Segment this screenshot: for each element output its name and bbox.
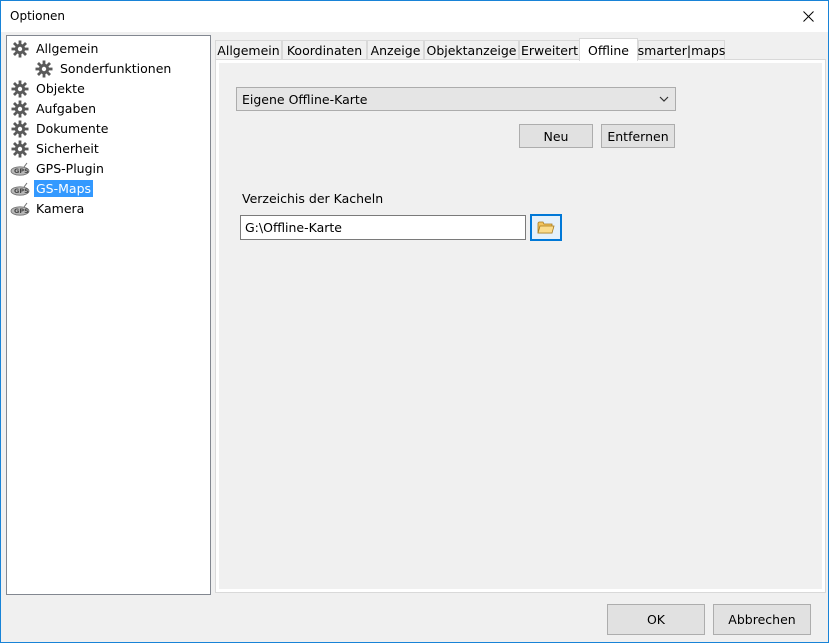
chevron-down-icon	[659, 96, 669, 102]
new-button[interactable]: Neu	[519, 124, 593, 148]
tree-item-label: Allgemein	[36, 41, 99, 56]
cancel-button[interactable]: Abbrechen	[713, 604, 811, 635]
tree-item-gs-maps[interactable]: GPS GS-Maps	[10, 179, 94, 198]
offline-map-select[interactable]: Eigene Offline-Karte	[236, 87, 676, 111]
directory-label: Verzeichis der Kacheln	[242, 191, 384, 206]
ok-button[interactable]: OK	[607, 604, 705, 635]
title-bar: Optionen	[1, 1, 828, 32]
tree-item-gps-plugin[interactable]: GPS GPS-Plugin	[10, 159, 106, 178]
tab-anzeige[interactable]: Anzeige	[367, 40, 424, 59]
gear-icon	[34, 60, 54, 78]
folder-icon	[537, 221, 555, 234]
tab-erweitert[interactable]: Erweitert	[519, 40, 580, 59]
directory-field[interactable]	[240, 215, 526, 240]
tab-koordinaten[interactable]: Koordinaten	[282, 40, 367, 59]
tree-item-kamera[interactable]: GPS Kamera	[10, 199, 86, 218]
directory-input[interactable]	[245, 220, 521, 235]
gear-icon	[10, 120, 30, 138]
close-button[interactable]	[788, 1, 828, 31]
options-dialog: Optionen Allgemein Sonderfunktionen Obje…	[0, 0, 829, 643]
tree-item-label: Kamera	[36, 201, 85, 216]
tree-item-label: GPS-Plugin	[36, 161, 104, 176]
tree-item-objekte[interactable]: Objekte	[10, 79, 87, 98]
svg-text:GPS: GPS	[14, 187, 29, 195]
gear-icon	[10, 80, 30, 98]
remove-button[interactable]: Entfernen	[601, 124, 675, 148]
tab-smarter-maps[interactable]: smarter|maps	[638, 40, 725, 59]
svg-text:GPS: GPS	[14, 167, 29, 175]
tree-item-label: Objekte	[36, 81, 85, 96]
tree-item-sonderfunktionen[interactable]: Sonderfunktionen	[34, 59, 173, 78]
tree-item-label: Sonderfunktionen	[60, 61, 172, 76]
tab-offline[interactable]: Offline	[579, 38, 638, 61]
gps-satellite-icon: GPS	[10, 180, 30, 198]
gear-icon	[10, 100, 30, 118]
browse-folder-button[interactable]	[530, 214, 562, 241]
svg-text:GPS: GPS	[14, 207, 29, 215]
gps-satellite-icon: GPS	[10, 160, 30, 178]
tree-item-aufgaben[interactable]: Aufgaben	[10, 99, 98, 118]
window-title: Optionen	[10, 9, 66, 23]
tree-item-label: GS-Maps	[34, 180, 94, 197]
tree-item-label: Dokumente	[36, 121, 109, 136]
tab-strip: Allgemein Koordinaten Anzeige Objektanze…	[215, 38, 828, 61]
close-icon	[802, 10, 814, 22]
tree-item-dokumente[interactable]: Dokumente	[10, 119, 110, 138]
gear-icon	[10, 140, 30, 158]
gps-satellite-icon: GPS	[10, 200, 30, 218]
tree-item-sicherheit[interactable]: Sicherheit	[10, 139, 101, 158]
offline-map-select-value: Eigene Offline-Karte	[242, 92, 368, 107]
options-tree[interactable]: Allgemein Sonderfunktionen Objekte Aufga…	[6, 35, 211, 595]
tab-objektanzeige[interactable]: Objektanzeige	[424, 40, 519, 59]
gear-icon	[10, 40, 30, 58]
tree-item-label: Aufgaben	[36, 101, 97, 116]
tree-item-label: Sicherheit	[36, 141, 99, 156]
tab-allgemein[interactable]: Allgemein	[215, 40, 282, 59]
tree-item-allgemein[interactable]: Allgemein	[10, 39, 100, 58]
